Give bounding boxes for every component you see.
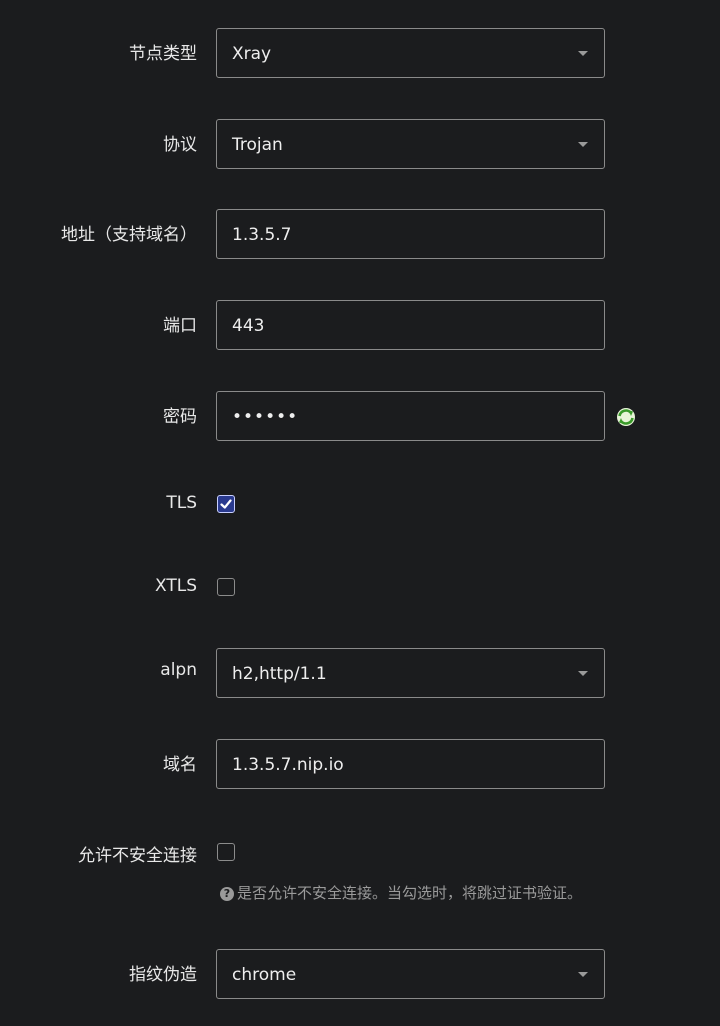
domain-label: 域名 — [163, 755, 197, 775]
allow-insecure-hint: ? 是否允许不安全连接。当勾选时，将跳过证书验证。 — [220, 882, 582, 903]
xtls-checkbox[interactable] — [217, 578, 235, 596]
address-label: 地址（支持域名） — [61, 225, 197, 245]
domain-input[interactable]: 1.3.5.7.nip.io — [216, 739, 605, 789]
checkmark-icon — [220, 499, 232, 509]
allow-insecure-hint-text: 是否允许不安全连接。当勾选时，将跳过证书验证。 — [237, 884, 583, 902]
password-label: 密码 — [163, 407, 197, 427]
tls-checkbox[interactable] — [217, 495, 235, 513]
address-input[interactable]: 1.3.5.7 — [216, 209, 605, 259]
allow-insecure-checkbox[interactable] — [217, 843, 235, 861]
port-label: 端口 — [163, 316, 197, 336]
refresh-icon[interactable] — [615, 406, 637, 428]
port-input[interactable]: 443 — [216, 300, 605, 350]
fingerprint-value: chrome — [232, 965, 297, 985]
password-input[interactable]: •••••• — [216, 391, 605, 441]
allow-insecure-label: 允许不安全连接 — [78, 846, 197, 866]
node-type-value: Xray — [232, 44, 272, 64]
alpn-value: h2,http/1.1 — [232, 664, 327, 684]
alpn-select[interactable]: h2,http/1.1 — [216, 648, 605, 698]
protocol-value: Trojan — [232, 135, 283, 155]
chevron-down-icon — [578, 972, 588, 977]
address-value: 1.3.5.7 — [232, 225, 292, 245]
chevron-down-icon — [578, 142, 588, 147]
node-type-select[interactable]: Xray — [216, 28, 605, 78]
chevron-down-icon — [578, 671, 588, 676]
alpn-label: alpn — [160, 660, 197, 680]
password-value: •••••• — [232, 407, 299, 427]
fingerprint-label: 指纹伪造 — [129, 965, 197, 985]
node-type-label: 节点类型 — [129, 44, 197, 64]
question-circle-icon: ? — [220, 887, 234, 901]
protocol-select[interactable]: Trojan — [216, 119, 605, 169]
protocol-label: 协议 — [163, 135, 197, 155]
chevron-down-icon — [578, 51, 588, 56]
xtls-label: XTLS — [155, 576, 197, 596]
port-value: 443 — [232, 316, 265, 336]
fingerprint-select[interactable]: chrome — [216, 949, 605, 999]
tls-label: TLS — [166, 493, 197, 513]
domain-value: 1.3.5.7.nip.io — [232, 755, 344, 775]
